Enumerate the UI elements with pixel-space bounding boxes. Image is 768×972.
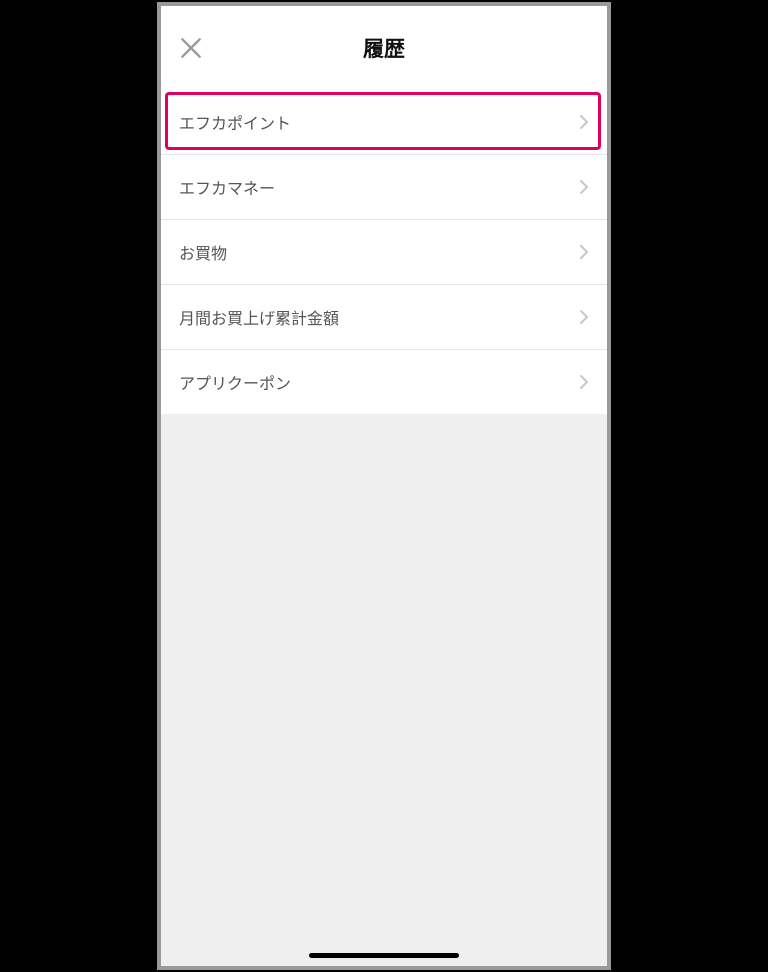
history-list: エフカポイント エフカマネー お買物 月 <box>161 90 607 414</box>
close-button[interactable] <box>175 32 207 64</box>
list-item-efuka-money[interactable]: エフカマネー <box>161 155 607 220</box>
chevron-right-icon <box>579 244 589 260</box>
list-item-label: 月間お買上げ累計金額 <box>179 305 339 329</box>
list-item-label: アプリクーポン <box>179 370 291 394</box>
close-icon <box>178 35 204 61</box>
chevron-right-icon <box>579 114 589 130</box>
chevron-right-icon <box>579 374 589 390</box>
list-item-label: エフカマネー <box>179 175 275 199</box>
device-frame: 履歴 エフカポイント エフカマネー お買物 <box>157 2 611 970</box>
list-item-label: エフカポイント <box>179 110 291 134</box>
home-indicator[interactable] <box>309 953 459 958</box>
list-item-monthly-total[interactable]: 月間お買上げ累計金額 <box>161 285 607 350</box>
header: 履歴 <box>161 6 607 90</box>
chevron-right-icon <box>579 309 589 325</box>
list-item-shopping[interactable]: お買物 <box>161 220 607 285</box>
page-title: 履歴 <box>363 33 405 63</box>
content-area <box>161 414 607 966</box>
chevron-right-icon <box>579 179 589 195</box>
list-item-efuka-point[interactable]: エフカポイント <box>161 90 607 155</box>
list-item-app-coupon[interactable]: アプリクーポン <box>161 350 607 414</box>
screen: 履歴 エフカポイント エフカマネー お買物 <box>161 6 607 966</box>
list-item-label: お買物 <box>179 240 227 264</box>
